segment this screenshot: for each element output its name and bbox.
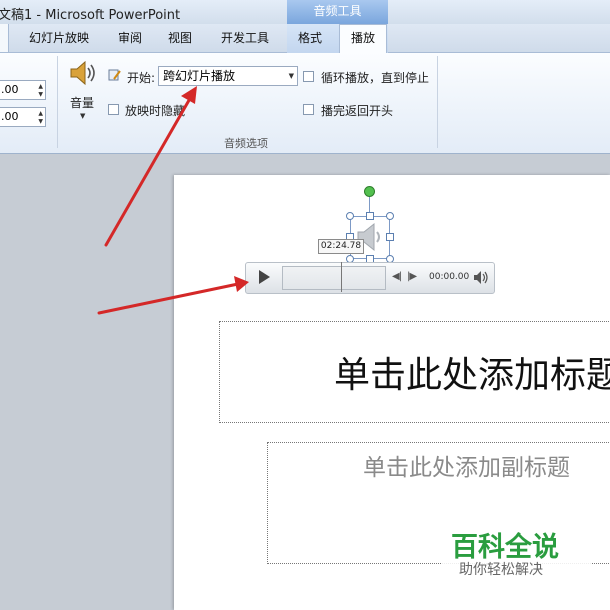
audio-tools-context-header: 音频工具	[287, 0, 388, 24]
title-placeholder-text: 单击此处添加标题	[334, 355, 610, 396]
rewind-after-playing-label: 播完返回开头	[321, 104, 394, 118]
fade-out-value: .00	[1, 110, 19, 123]
spin-down-icon[interactable]: ▼	[38, 91, 43, 98]
chevron-down-icon[interactable]: ▼	[289, 67, 294, 85]
hide-during-show-checkbox[interactable]	[108, 104, 119, 115]
player-volume-icon[interactable]	[473, 270, 489, 285]
fade-in-duration-spinner[interactable]: .00 ▲ ▼	[0, 80, 46, 100]
step-backward-icon[interactable]: ◀|	[392, 271, 402, 282]
start-label: 开始:	[127, 71, 156, 85]
player-time: 00:00.00	[429, 272, 470, 282]
group-separator	[437, 56, 438, 148]
seek-time-tooltip: 02:24.78	[318, 239, 364, 254]
seek-position-marker[interactable]	[341, 262, 342, 292]
fade-in-value: .00	[1, 83, 19, 96]
hide-during-show-label: 放映时隐藏	[125, 104, 186, 118]
resize-handle-e[interactable]	[386, 233, 394, 241]
spin-down-icon[interactable]: ▼	[38, 118, 43, 125]
start-combo[interactable]: 跨幻灯片播放 ▼	[158, 66, 298, 86]
speaker-volume-icon	[70, 60, 95, 86]
chevron-down-icon: ▼	[80, 112, 86, 120]
loop-until-stopped-checkbox[interactable]	[303, 71, 314, 82]
tab-developer[interactable]: 开发工具	[221, 24, 269, 52]
play-icon[interactable]	[256, 269, 272, 285]
start-combo-value: 跨幻灯片播放	[163, 69, 236, 83]
loop-until-stopped-label: 循环播放，直到停止	[321, 71, 430, 85]
audio-options-group-label: 音频选项	[224, 137, 268, 150]
resize-handle-n[interactable]	[366, 212, 374, 220]
tab-view[interactable]: 视图	[168, 24, 192, 52]
watermark-tagline: 助你轻松解决	[459, 562, 543, 578]
rotation-handle[interactable]	[364, 186, 375, 197]
tab-playback[interactable]: 播放	[339, 24, 387, 53]
tab-format[interactable]: 格式	[298, 24, 322, 52]
spin-up-icon[interactable]: ▲	[38, 110, 43, 117]
start-trigger-icon	[108, 69, 121, 81]
volume-button[interactable]: 音量 ▼	[64, 56, 102, 126]
tab-partial-edge[interactable]	[0, 24, 9, 52]
seek-track[interactable]	[282, 266, 386, 290]
group-separator	[57, 56, 58, 148]
subtitle-placeholder-text: 单击此处添加副标题	[363, 455, 570, 481]
volume-label: 音量	[70, 96, 95, 110]
window-title: 文稿1 - Microsoft PowerPoint	[0, 8, 181, 23]
tab-slideshow[interactable]: 幻灯片放映	[29, 24, 89, 52]
tab-review[interactable]: 审阅	[118, 24, 142, 52]
rewind-after-playing-checkbox[interactable]	[303, 104, 314, 115]
resize-handle-ne[interactable]	[386, 212, 394, 220]
spin-up-icon[interactable]: ▲	[38, 83, 43, 90]
fade-out-duration-spinner[interactable]: .00 ▲ ▼	[0, 107, 46, 127]
resize-handle-nw[interactable]	[346, 212, 354, 220]
step-forward-icon[interactable]: |▶	[407, 271, 417, 282]
